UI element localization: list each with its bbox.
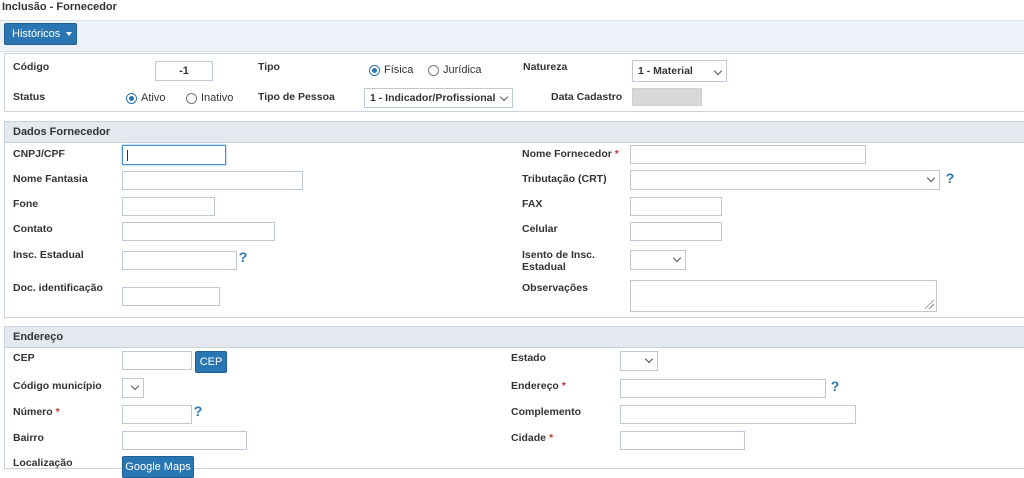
cidade-text: Cidade — [511, 432, 547, 444]
endereco-label: Endereço * — [511, 380, 566, 392]
celular-input[interactable] — [630, 222, 722, 241]
estado-select[interactable] — [620, 351, 658, 371]
codigo-label: Código — [13, 61, 50, 73]
doc-identificacao-label: Doc. identificação — [13, 282, 103, 294]
chevron-down-icon — [672, 253, 682, 263]
natureza-value: 1 - Material — [638, 65, 693, 77]
required-mark: * — [55, 406, 60, 418]
cep-input[interactable] — [122, 351, 192, 370]
data-cadastro-label: Data Cadastro — [551, 91, 623, 103]
observacoes-label: Observações — [522, 282, 588, 294]
localizacao-label: Localização — [13, 457, 73, 469]
cep-label: CEP — [13, 352, 35, 364]
tributacao-label: Tributação (CRT) — [522, 173, 607, 185]
cidade-label: Cidade * — [511, 432, 553, 444]
status-ativo-label: Ativo — [141, 92, 166, 104]
cnpj-label: CNPJ/CPF — [13, 148, 65, 160]
complemento-input[interactable] — [620, 405, 856, 424]
codigo-municipio-select[interactable] — [122, 378, 144, 398]
tipo-pessoa-label: Tipo de Pessoa — [258, 91, 335, 103]
tipo-juridica-label: Jurídica — [443, 64, 482, 76]
doc-identificacao-input[interactable] — [122, 287, 220, 306]
estado-label: Estado — [511, 352, 547, 364]
numero-label: Número * — [13, 406, 60, 418]
bairro-input[interactable] — [122, 431, 247, 450]
contato-label: Contato — [13, 223, 53, 235]
celular-label: Celular — [522, 223, 558, 235]
resize-grip-icon[interactable] — [925, 300, 934, 309]
required-mark: * — [548, 432, 554, 444]
text-cursor — [127, 150, 128, 161]
required-mark: * — [561, 380, 566, 392]
nome-fornecedor-input[interactable] — [630, 145, 866, 164]
chevron-down-icon — [499, 92, 509, 102]
chevron-down-icon — [926, 173, 936, 183]
question-mark-icon[interactable]: ? — [944, 171, 956, 185]
tipo-label: Tipo — [258, 61, 280, 73]
nome-fantasia-label: Nome Fantasia — [13, 173, 88, 185]
codigo-municipio-label: Código município — [13, 380, 102, 392]
numero-text: Número — [13, 406, 53, 418]
tipo-pessoa-value: 1 - Indicador/Profissional — [370, 92, 496, 104]
google-maps-button[interactable]: Google Maps — [122, 456, 194, 478]
observacoes-textarea[interactable] — [630, 280, 937, 312]
bairro-label: Bairro — [13, 432, 44, 444]
fone-input[interactable] — [122, 197, 215, 216]
tipo-juridica-radio[interactable] — [428, 65, 439, 76]
historicos-label: Históricos — [12, 28, 61, 40]
nome-fornecedor-text: Nome Fornecedor — [522, 148, 612, 160]
toolbar — [0, 20, 1024, 52]
question-mark-icon[interactable]: ? — [829, 379, 841, 393]
codigo-field[interactable]: -1 — [155, 61, 213, 81]
nome-fornecedor-label: Nome Fornecedor * — [522, 148, 619, 160]
caret-down-icon — [66, 32, 73, 37]
isento-select[interactable] — [630, 250, 686, 270]
chevron-down-icon — [644, 354, 654, 364]
tipo-pessoa-select[interactable]: 1 - Indicador/Profissional — [364, 88, 513, 108]
section-dados-fornecedor: Dados Fornecedor — [4, 121, 1024, 143]
historicos-button[interactable]: Históricos — [4, 23, 77, 45]
required-mark: * — [614, 148, 619, 160]
cnpj-input[interactable] — [122, 145, 226, 165]
status-inativo-label: Inativo — [201, 92, 234, 104]
fax-input[interactable] — [630, 197, 722, 216]
fone-label: Fone — [13, 198, 39, 210]
page-title: Inclusão - Fornecedor — [2, 1, 117, 13]
cidade-input[interactable] — [620, 431, 745, 450]
chevron-down-icon — [713, 66, 723, 76]
question-mark-icon[interactable]: ? — [192, 404, 204, 418]
insc-estadual-input[interactable] — [122, 251, 237, 270]
fax-label: FAX — [522, 198, 543, 210]
natureza-label: Natureza — [523, 61, 568, 73]
endereco-text: Endereço — [511, 380, 559, 392]
contato-input[interactable] — [122, 222, 275, 241]
status-label: Status — [13, 91, 46, 103]
status-ativo-radio[interactable] — [126, 93, 137, 104]
data-cadastro-field — [632, 88, 702, 106]
cep-button[interactable]: CEP — [195, 351, 227, 373]
status-inativo-radio[interactable] — [186, 93, 197, 104]
nome-fantasia-input[interactable] — [122, 171, 303, 190]
tipo-fisica-radio[interactable] — [369, 65, 380, 76]
chevron-down-icon — [130, 381, 140, 391]
numero-input[interactable] — [122, 405, 192, 424]
natureza-select[interactable]: 1 - Material — [632, 60, 727, 82]
endereco-input[interactable] — [620, 379, 826, 398]
section-endereco: Endereço — [4, 326, 1024, 348]
tributacao-select[interactable] — [630, 170, 940, 190]
tipo-fisica-label: Física — [384, 64, 414, 76]
complemento-label: Complemento — [511, 406, 582, 418]
insc-estadual-label: Insc. Estadual — [13, 249, 84, 261]
isento-label: Isento de Insc. Estadual — [522, 249, 595, 273]
question-mark-icon[interactable]: ? — [237, 250, 249, 264]
